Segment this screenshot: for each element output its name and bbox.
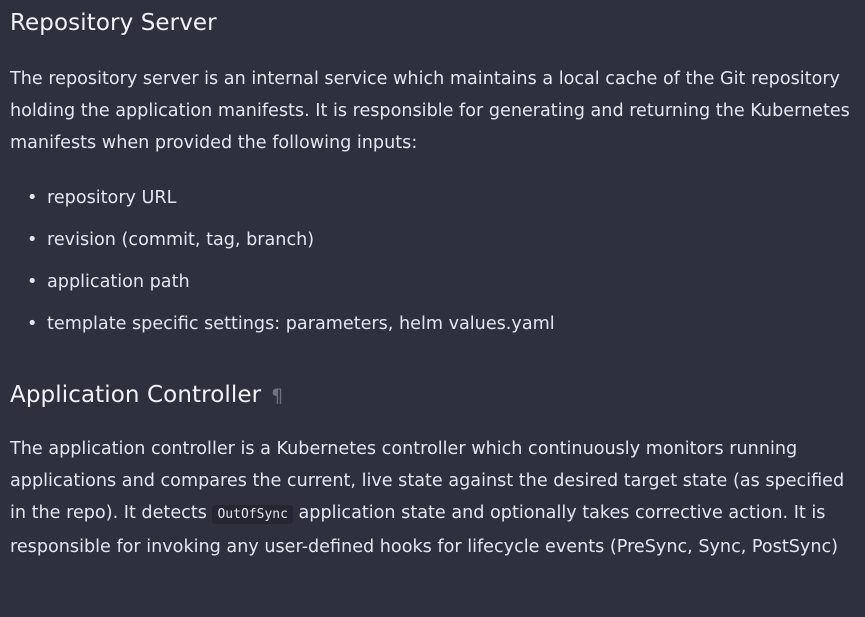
doc-page: Repository Server The repository server … bbox=[0, 0, 865, 617]
list-item-text: repository URL bbox=[47, 188, 177, 208]
list-item: • application path bbox=[10, 261, 810, 303]
repository-server-description: The repository server is an internal ser… bbox=[10, 69, 850, 153]
list-item-text: template specific settings: parameters, … bbox=[47, 314, 555, 334]
list-item: • revision (commit, tag, branch) bbox=[10, 219, 810, 261]
bullet-icon: • bbox=[27, 230, 38, 250]
inline-code-outofsync: OutOfSync bbox=[212, 505, 293, 524]
list-item: • template specific settings: parameters,… bbox=[10, 303, 810, 345]
permalink-icon[interactable]: ¶ bbox=[271, 385, 283, 407]
bullet-icon: • bbox=[27, 188, 38, 208]
section-heading-repository-server: Repository Server bbox=[10, 10, 217, 36]
bullet-icon: • bbox=[27, 314, 38, 334]
section-heading-application-controller: Application Controller ¶ bbox=[10, 380, 283, 411]
list-item: • repository URL bbox=[10, 177, 810, 219]
repository-server-inputs-list: • repository URL • revision (commit, tag, … bbox=[10, 177, 810, 345]
bullet-icon: • bbox=[27, 272, 38, 292]
list-item-text: revision (commit, tag, branch) bbox=[47, 230, 315, 250]
heading-text: Application Controller bbox=[10, 382, 262, 408]
list-item-text: application path bbox=[47, 272, 190, 292]
application-controller-description: The application controller is a Kubernet… bbox=[10, 433, 860, 563]
